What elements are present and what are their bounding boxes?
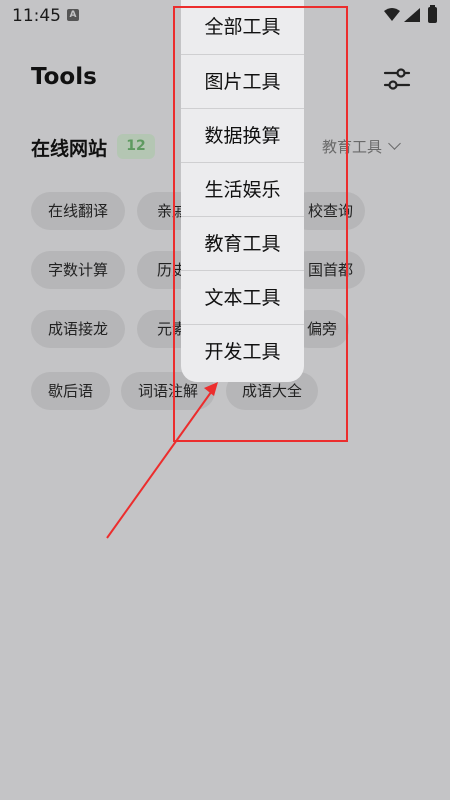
annotation-arrow	[106, 382, 218, 539]
